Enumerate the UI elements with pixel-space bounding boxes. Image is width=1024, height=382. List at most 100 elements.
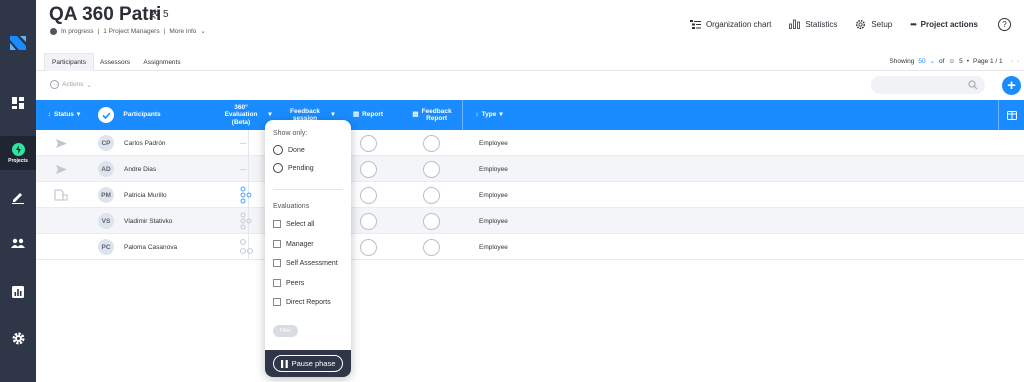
column-label-line: Evaluation	[224, 111, 258, 119]
column-type[interactable]: ↕ Type ▾	[472, 100, 506, 130]
radio-done[interactable]: Done	[273, 145, 305, 155]
feedback-report-status-ring[interactable]	[423, 212, 440, 230]
next-page-icon[interactable]: ›	[1017, 58, 1019, 65]
participant-name[interactable]: Vladimir Stativko	[124, 208, 172, 234]
radio-pending[interactable]: Pending	[273, 163, 314, 173]
participant-type: Employee	[479, 139, 508, 147]
table-row[interactable]: CP Carlos Padrón — Employee	[36, 130, 1024, 156]
sidebar-item-edit[interactable]	[0, 186, 36, 208]
table-row[interactable]: AD Andre Dias — Employee	[36, 156, 1024, 182]
feedback-session-filter-popover: Show only: Done Pending Evaluations Sele…	[265, 120, 351, 377]
more-info-link[interactable]: More info	[169, 28, 196, 35]
divider	[273, 189, 343, 190]
evaluation-progress-icon[interactable]	[240, 234, 254, 260]
search-input[interactable]	[871, 76, 985, 94]
per-page-select[interactable]: 50	[918, 58, 925, 65]
column-feedback-report[interactable]: ▤ Feedback Report	[408, 100, 456, 130]
participants-count[interactable]: 5	[149, 9, 169, 20]
column-label-line: Feedback	[290, 107, 320, 115]
table-header: ↕ Status ▾ Participants 360° Evaluation …	[36, 100, 1024, 130]
sidebar-item-label: Projects	[8, 157, 28, 164]
participant-name[interactable]: Andre Dias	[124, 156, 156, 182]
report-status-ring[interactable]	[360, 134, 377, 152]
project-actions-button[interactable]: ••• Project actions	[910, 20, 978, 29]
radio-label: Pending	[288, 164, 314, 172]
checkbox-self-assessment[interactable]: Self Assessment	[273, 259, 338, 267]
document-status-icon[interactable]	[54, 182, 68, 208]
report-status-ring[interactable]	[360, 238, 377, 256]
brand-logo-icon[interactable]	[7, 32, 29, 54]
reports-icon	[12, 286, 24, 298]
participant-name[interactable]: Carlos Padrón	[124, 130, 166, 156]
tab-assignments[interactable]: Assignments	[138, 53, 186, 71]
evaluation-progress-icon[interactable]	[240, 182, 254, 208]
send-icon[interactable]	[56, 130, 67, 156]
checkbox[interactable]	[273, 220, 281, 228]
sidebar-item-dashboard[interactable]	[0, 92, 36, 114]
sidebar-item-projects[interactable]: Projects	[0, 136, 36, 170]
add-participant-button[interactable]: +	[1002, 76, 1021, 95]
sort-icon: ↕	[475, 111, 479, 119]
statistics-label: Statistics	[805, 19, 838, 29]
feedback-report-status-ring[interactable]	[423, 134, 440, 152]
divider	[248, 156, 249, 182]
checkbox-label: Self Assessment	[286, 259, 338, 267]
feedback-report-status-ring[interactable]	[423, 160, 440, 178]
checkbox-direct-reports[interactable]: Direct Reports	[273, 298, 331, 306]
tab-participants[interactable]: Participants	[44, 53, 94, 71]
filter-button[interactable]: Filter	[273, 325, 298, 337]
separator: |	[97, 27, 100, 35]
send-icon[interactable]	[56, 156, 67, 182]
checkbox[interactable]	[273, 259, 281, 267]
column-report[interactable]: ▤ Report	[349, 100, 387, 130]
statistics-button[interactable]: Statistics	[789, 19, 837, 29]
table-row[interactable]: PM Patricia Murillo Employee	[36, 182, 1024, 208]
table-row[interactable]: VS Vladimir Stativko Employee	[36, 208, 1024, 234]
pause-phase-button[interactable]: Pause phase	[272, 355, 344, 372]
sidebar-item-settings[interactable]	[0, 327, 36, 349]
checkbox-manager[interactable]: Manager	[273, 240, 314, 248]
help-button[interactable]: ?	[998, 17, 1011, 31]
setup-button[interactable]: Setup	[855, 19, 892, 30]
column-report-label: Report	[362, 111, 384, 119]
participant-name[interactable]: Paloma Casanova	[124, 234, 177, 260]
divider	[248, 130, 249, 156]
people-icon	[149, 10, 160, 19]
columns-icon	[1006, 110, 1017, 120]
feedback-report-status-ring[interactable]	[423, 238, 440, 256]
checkbox[interactable]	[273, 240, 281, 248]
report-status-ring[interactable]	[360, 212, 377, 230]
project-managers[interactable]: 1 Project Managers	[103, 28, 159, 35]
actions-dropdown[interactable]: ··· Actions ⌄	[50, 80, 92, 89]
total-count: 5	[959, 57, 963, 65]
checkbox[interactable]	[273, 298, 281, 306]
radio-button[interactable]	[273, 163, 283, 173]
org-chart-button[interactable]: Organization chart	[689, 19, 771, 29]
column-status[interactable]: ↕ Status ▾	[44, 100, 84, 130]
sidebar-item-users[interactable]	[0, 233, 36, 255]
column-type-label: Type	[481, 111, 497, 119]
column-participants[interactable]: Participants	[122, 100, 162, 130]
column-360-evaluation[interactable]: 360° Evaluation (Beta)	[218, 100, 264, 130]
checkbox-select-all[interactable]: Select all	[273, 220, 314, 228]
feedback-report-status-ring[interactable]	[423, 186, 440, 204]
select-all-checkbox[interactable]	[97, 100, 115, 130]
report-status-ring[interactable]	[360, 160, 377, 178]
evaluation-status: —	[240, 165, 247, 173]
table-row[interactable]: PC Paloma Casanova Employee	[36, 234, 1024, 260]
top-actions: Organization chart Statistics Setup ••• …	[672, 14, 1024, 34]
tab-assessors[interactable]: Assessors	[94, 53, 136, 71]
checkbox-peers[interactable]: Peers	[273, 279, 304, 287]
radio-button[interactable]	[273, 145, 283, 155]
checkbox[interactable]	[273, 279, 281, 287]
page-title: QA 360 Patri	[49, 4, 162, 25]
participant-type: Employee	[479, 243, 508, 251]
sidebar-item-reports[interactable]	[0, 281, 36, 303]
participant-name[interactable]: Patricia Murillo	[124, 182, 167, 208]
report-status-ring[interactable]	[360, 186, 377, 204]
columns-toggle-button[interactable]	[998, 100, 1024, 130]
prev-page-icon[interactable]: ‹	[1011, 58, 1013, 65]
setup-label: Setup	[871, 19, 893, 29]
separator: |	[163, 27, 166, 35]
evaluation-progress-icon[interactable]	[240, 208, 254, 234]
